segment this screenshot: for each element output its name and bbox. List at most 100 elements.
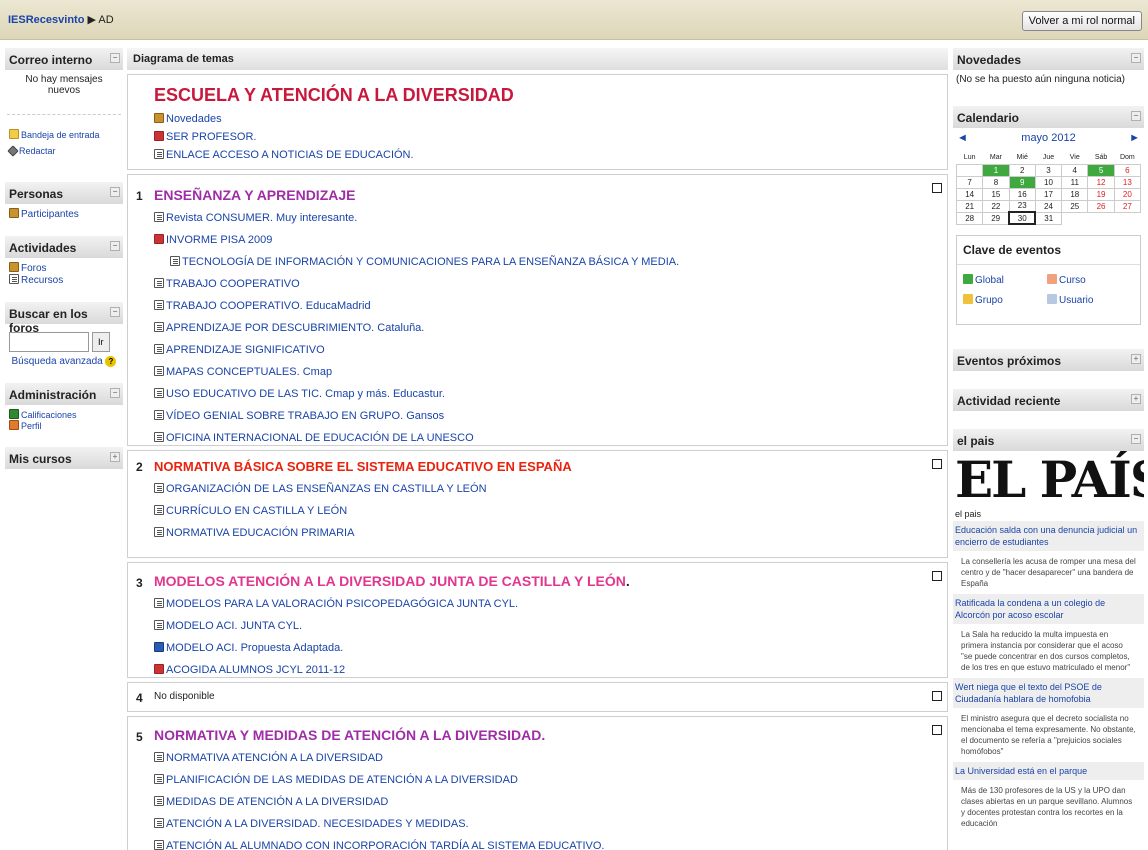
news-item-link[interactable]: Educación salda con una denuncia judicia… (953, 521, 1144, 551)
collapse-icon[interactable]: − (110, 187, 120, 197)
resource-link[interactable]: MODELOS PARA LA VALORACIÓN PSICOPEDAGÓGI… (166, 598, 518, 610)
collapse-icon[interactable]: − (110, 388, 120, 398)
collapse-icon[interactable]: − (1131, 434, 1141, 444)
resource-link[interactable]: ORGANIZACIÓN DE LAS ENSEÑANZAS EN CASTIL… (166, 483, 487, 495)
resource-link[interactable]: VÍDEO GENIAL SOBRE TRABAJO EN GRUPO. Gan… (166, 410, 444, 422)
calendar-day[interactable]: 9 (1008, 175, 1036, 189)
news-item-link[interactable]: Ratificada la condena a un colegio de Al… (953, 594, 1144, 624)
calendar-day[interactable]: 19 (1087, 187, 1115, 201)
resource-link[interactable]: ATENCIÓN A LA DIVERSIDAD. NECESIDADES Y … (166, 818, 469, 830)
collapse-icon[interactable]: − (110, 53, 120, 63)
return-normal-role-button[interactable]: Volver a mi rol normal (1021, 11, 1142, 31)
calendar-day[interactable]: 28 (955, 211, 984, 225)
resource-icon (9, 274, 19, 284)
next-month-icon[interactable]: ► (1129, 132, 1140, 144)
forums-link[interactable]: Foros (21, 263, 47, 274)
resource-link[interactable]: NORMATIVA EDUCACIÓN PRIMARIA (166, 527, 354, 539)
forum-search-input[interactable] (9, 332, 89, 352)
resource-link[interactable]: ATENCIÓN AL ALUMNADO CON INCORPORACIÓN T… (166, 840, 604, 850)
user-events-link[interactable]: Usuario (1059, 295, 1093, 306)
collapse-icon[interactable]: − (110, 307, 120, 317)
resource-link[interactable]: CURRÍCULO EN CASTILLA Y LEÓN (166, 505, 347, 517)
expand-icon[interactable]: + (110, 452, 120, 462)
calendar-day[interactable]: 16 (1008, 187, 1036, 201)
highlight-checkbox[interactable] (932, 691, 942, 701)
compose-link[interactable]: Redactar (19, 146, 56, 156)
calendar-day[interactable]: 11 (1061, 175, 1089, 189)
calendar-day[interactable]: 3 (1034, 163, 1063, 177)
global-events-link[interactable]: Global (975, 275, 1004, 286)
advanced-search-link[interactable]: Búsqueda avanzada (12, 356, 103, 367)
calendar-day[interactable]: 4 (1061, 163, 1089, 177)
calendar-today[interactable]: 30 (1008, 211, 1037, 225)
participants-link[interactable]: Participantes (21, 209, 79, 220)
calendar-day[interactable]: 22 (982, 199, 1010, 213)
inbox-link[interactable]: Bandeja de entrada (21, 130, 100, 140)
calendar-day[interactable]: 14 (955, 187, 984, 201)
profile-icon (9, 420, 19, 430)
resource-link[interactable]: TECNOLOGÍA DE INFORMACIÓN Y COMUNICACION… (182, 256, 679, 268)
collapse-icon[interactable]: − (1131, 53, 1141, 63)
calendar-day[interactable]: 26 (1087, 199, 1115, 213)
expand-icon[interactable]: + (1131, 354, 1141, 364)
calendar-day[interactable]: 29 (982, 211, 1010, 225)
breadcrumb-home-link[interactable]: IESRecesvinto (8, 14, 84, 26)
calendar-day[interactable]: 23 (1008, 199, 1036, 213)
calendar-day[interactable]: 21 (955, 199, 984, 213)
resource-link[interactable]: PLANIFICACIÓN DE LAS MEDIDAS DE ATENCIÓN… (166, 774, 518, 786)
calendar-day[interactable]: 5 (1087, 163, 1115, 177)
resource-link[interactable]: MODELO ACI. Propuesta Adaptada. (166, 642, 343, 654)
resource-link[interactable]: INVORME PISA 2009 (166, 234, 272, 246)
help-icon[interactable]: ? (105, 356, 117, 367)
calendar-day[interactable]: 8 (982, 175, 1010, 189)
calendar-day[interactable]: 10 (1034, 175, 1063, 189)
resource-link[interactable]: OFICINA INTERNACIONAL DE EDUCACIÓN DE LA… (166, 432, 474, 444)
highlight-checkbox[interactable] (932, 183, 942, 193)
calendar-day[interactable]: 6 (1113, 163, 1142, 177)
news-item-link[interactable]: La Universidad está en el parque (953, 762, 1144, 780)
resource-link[interactable]: SER PROFESOR. (166, 131, 256, 143)
expand-icon[interactable]: + (1131, 394, 1141, 404)
news-item-link[interactable]: Wert niega que el texto del PSOE de Ciud… (953, 678, 1144, 708)
calendar-day[interactable]: 1 (982, 163, 1010, 177)
resource-link[interactable]: USO EDUCATIVO DE LAS TIC. Cmap y más. Ed… (166, 388, 445, 400)
calendar-day[interactable]: 27 (1113, 199, 1142, 213)
resource-link[interactable]: MAPAS CONCEPTUALES. Cmap (166, 366, 332, 378)
calendar-day[interactable]: 24 (1034, 199, 1063, 213)
resource-link[interactable]: APRENDIZAJE SIGNIFICATIVO (166, 344, 325, 356)
calendar-day[interactable]: 17 (1034, 187, 1063, 201)
resource-link[interactable]: TRABAJO COOPERATIVO (166, 278, 300, 290)
search-go-button[interactable]: Ir (91, 332, 110, 352)
course-events-link[interactable]: Curso (1059, 275, 1086, 286)
calendar-day[interactable]: 18 (1061, 187, 1089, 201)
highlight-checkbox[interactable] (932, 725, 942, 735)
resource-link[interactable]: MEDIDAS DE ATENCIÓN A LA DIVERSIDAD (166, 796, 388, 808)
calendar-day[interactable]: 2 (1008, 163, 1036, 177)
calendar-day[interactable]: 12 (1087, 175, 1115, 189)
calendar-day[interactable]: 13 (1113, 175, 1142, 189)
resource-link[interactable]: ACOGIDA ALUMNOS JCYL 2011-12 (166, 664, 345, 676)
resources-link[interactable]: Recursos (21, 275, 63, 286)
profile-link[interactable]: Perfil (21, 421, 42, 431)
collapse-icon[interactable]: − (110, 241, 120, 251)
calendar-day[interactable]: 7 (955, 175, 984, 189)
pdf-icon (154, 234, 164, 244)
resource-link[interactable]: TRABAJO COOPERATIVO. EducaMadrid (166, 300, 371, 312)
group-events-link[interactable]: Grupo (975, 295, 1003, 306)
grades-link[interactable]: Calificaciones (21, 410, 77, 420)
highlight-checkbox[interactable] (932, 571, 942, 581)
resource-link[interactable]: NORMATIVA ATENCIÓN A LA DIVERSIDAD (166, 752, 383, 764)
highlight-checkbox[interactable] (932, 459, 942, 469)
news-forum-link[interactable]: Novedades (166, 113, 222, 125)
resource-link[interactable]: ENLACE ACCESO A NOTICIAS DE EDUCACIÓN. (166, 149, 414, 161)
calendar-day[interactable]: 20 (1113, 187, 1142, 201)
resource-link[interactable]: APRENDIZAJE POR DESCUBRIMIENTO. Cataluña… (166, 322, 424, 334)
calendar-day[interactable]: 25 (1061, 199, 1089, 213)
resource-link[interactable]: MODELO ACI. JUNTA CYL. (166, 620, 302, 632)
recent-block-header: Actividad reciente + (953, 389, 1144, 411)
calendar-day[interactable]: 15 (982, 187, 1010, 201)
calendar-month[interactable]: mayo 2012 (953, 132, 1144, 144)
resource-link[interactable]: Revista CONSUMER. Muy interesante. (166, 212, 357, 224)
collapse-icon[interactable]: − (1131, 111, 1141, 121)
calendar-day[interactable]: 31 (1034, 211, 1063, 225)
